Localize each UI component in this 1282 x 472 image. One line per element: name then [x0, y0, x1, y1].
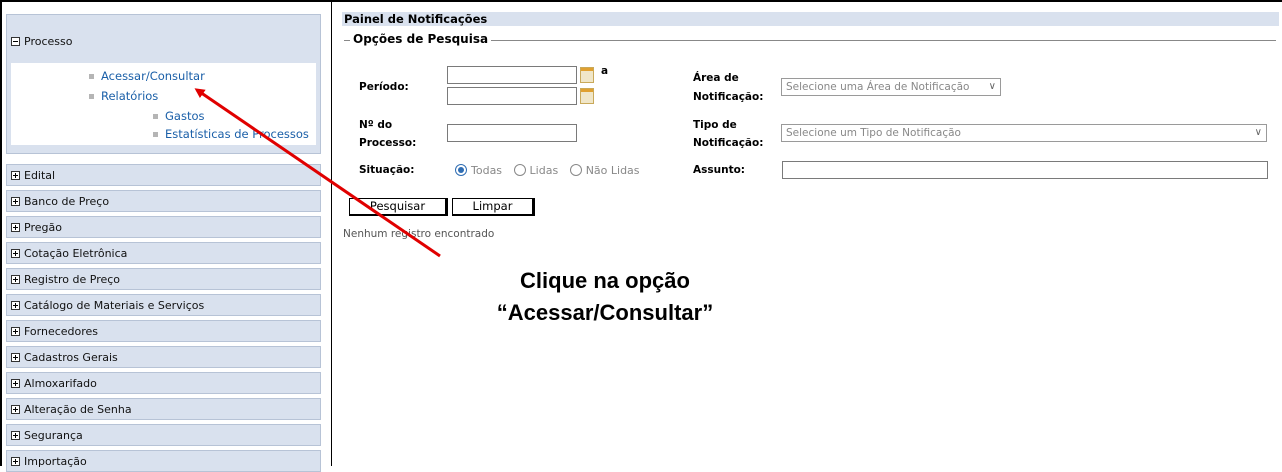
menu-section-cadastros-gerais[interactable]: Cadastros Gerais	[6, 346, 321, 368]
chevron-down-icon: ∨	[1254, 127, 1262, 138]
menu-item-relatorios[interactable]: Relatórios	[89, 89, 158, 103]
menu-item-label[interactable]: Relatórios	[101, 89, 158, 103]
radio-lidas-label[interactable]: Lidas	[530, 164, 559, 177]
expand-icon[interactable]	[11, 456, 20, 466]
menu-section-almoxarifado[interactable]: Almoxarifado	[6, 372, 321, 394]
area-label-line1: Área de	[693, 72, 739, 84]
menu-section-alteracao-de-senha[interactable]: Alteração de Senha	[6, 398, 321, 420]
menu-item-label[interactable]: Acessar/Consultar	[101, 69, 205, 83]
menu-section-label: Catálogo de Materiais e Serviços	[24, 298, 205, 312]
menu-section-label: Registro de Preço	[24, 272, 121, 286]
expand-icon[interactable]	[11, 430, 20, 440]
menu-section-label: Pregão	[24, 220, 62, 234]
processo-label-line2: Processo:	[359, 137, 417, 149]
processo-input[interactable]	[447, 124, 577, 142]
tipo-select[interactable]: Selecione um Tipo de Notificação ∨	[781, 124, 1267, 142]
expand-icon[interactable]	[11, 300, 20, 310]
menu-item-acessar-consultar[interactable]: Acessar/Consultar	[89, 69, 205, 83]
menu-section-fornecedores[interactable]: Fornecedores	[6, 320, 321, 342]
expand-icon[interactable]	[11, 196, 20, 206]
bullet-icon	[153, 131, 158, 137]
left-border	[0, 0, 2, 466]
menu-item-label[interactable]: Estatísticas de Processos	[165, 127, 309, 141]
menu-section-processo: Processo Acessar/Consultar Relatórios Ga…	[6, 14, 321, 154]
bullet-icon	[89, 73, 94, 79]
menu-section-label: Alteração de Senha	[24, 402, 132, 416]
menu-section-importacao[interactable]: Importação	[6, 450, 321, 472]
calendar-icon[interactable]	[580, 67, 594, 83]
assunto-label: Assunto:	[693, 164, 746, 176]
menu-section-label: Edital	[24, 168, 56, 182]
situacao-radio-group: Todas Lidas Não Lidas	[455, 163, 648, 177]
menu-item-label[interactable]: Gastos	[165, 109, 205, 123]
area-select[interactable]: Selecione uma Área de Notificação ∨	[781, 78, 1001, 96]
periodo-end-input[interactable]	[447, 87, 577, 105]
menu-section-banco-de-preco[interactable]: Banco de Preço	[6, 190, 321, 212]
menu-section-pregao[interactable]: Pregão	[6, 216, 321, 238]
expand-icon[interactable]	[11, 274, 20, 284]
radio-todas-label[interactable]: Todas	[471, 164, 502, 177]
sidebar-menu: Processo Acessar/Consultar Relatórios Ga…	[6, 14, 321, 472]
no-results-message: Nenhum registro encontrado	[343, 228, 495, 240]
expand-icon[interactable]	[11, 170, 20, 180]
expand-icon[interactable]	[11, 404, 20, 414]
search-button[interactable]: Pesquisar	[349, 198, 448, 216]
menu-section-label: Cotação Eletrônica	[24, 246, 128, 260]
radio-todas[interactable]	[455, 164, 467, 176]
chevron-down-icon: ∨	[988, 81, 996, 92]
menu-section-label: Fornecedores	[24, 324, 99, 338]
panel-title: Painel de Notificações	[342, 12, 1279, 26]
radio-nao-lidas[interactable]	[569, 164, 582, 176]
instruction-callout: Clique na opção “Acessar/Consultar”	[445, 265, 765, 329]
clear-button[interactable]: Limpar	[452, 198, 535, 216]
search-options-legend: Opções de Pesquisa	[350, 32, 492, 46]
periodo-separator: a	[601, 65, 609, 77]
assunto-input[interactable]	[782, 161, 1268, 179]
bullet-icon	[153, 113, 158, 119]
tipo-label-line1: Tipo de	[693, 119, 737, 131]
processo-label-line1: Nº do	[359, 119, 393, 131]
menu-section-label: Banco de Preço	[24, 194, 110, 208]
menu-section-header[interactable]: Processo	[11, 35, 72, 48]
radio-nao-lidas-label[interactable]: Não Lidas	[586, 164, 640, 177]
expand-icon[interactable]	[11, 248, 20, 258]
menu-item-estatisticas[interactable]: Estatísticas de Processos	[153, 127, 309, 141]
menu-section-cotacao-eletronica[interactable]: Cotação Eletrônica	[6, 242, 321, 264]
callout-line2: “Acessar/Consultar”	[496, 300, 714, 325]
tipo-label-line2: Notificação:	[693, 137, 764, 149]
menu-section-label: Almoxarifado	[24, 376, 97, 390]
expand-icon[interactable]	[11, 352, 20, 362]
callout-line1: Clique na opção	[520, 268, 690, 293]
collapse-icon[interactable]	[11, 37, 20, 46]
menu-section-label: Cadastros Gerais	[24, 350, 118, 364]
periodo-label: Período:	[359, 81, 409, 93]
periodo-start-input[interactable]	[447, 66, 577, 84]
area-label-line2: Notificação:	[693, 91, 764, 103]
bullet-icon	[89, 93, 94, 99]
vertical-divider	[331, 0, 332, 466]
expand-icon[interactable]	[11, 222, 20, 232]
expand-icon[interactable]	[11, 378, 20, 388]
menu-section-edital[interactable]: Edital	[6, 164, 321, 186]
tipo-select-value: Selecione um Tipo de Notificação	[786, 127, 961, 139]
menu-section-seguranca[interactable]: Segurança	[6, 424, 321, 446]
submenu-processo: Acessar/Consultar Relatórios Gastos Esta…	[11, 63, 316, 145]
top-border	[0, 0, 1282, 2]
menu-section-catalogo[interactable]: Catálogo de Materiais e Serviços	[6, 294, 321, 316]
situacao-label: Situação:	[359, 164, 415, 176]
menu-section-registro-de-preco[interactable]: Registro de Preço	[6, 268, 321, 290]
menu-item-gastos[interactable]: Gastos	[153, 109, 205, 123]
menu-section-label: Processo	[24, 35, 73, 48]
menu-section-label: Segurança	[24, 428, 83, 442]
expand-icon[interactable]	[11, 326, 20, 336]
radio-lidas[interactable]	[513, 164, 526, 176]
area-select-value: Selecione uma Área de Notificação	[786, 81, 970, 93]
calendar-icon[interactable]	[580, 88, 594, 104]
